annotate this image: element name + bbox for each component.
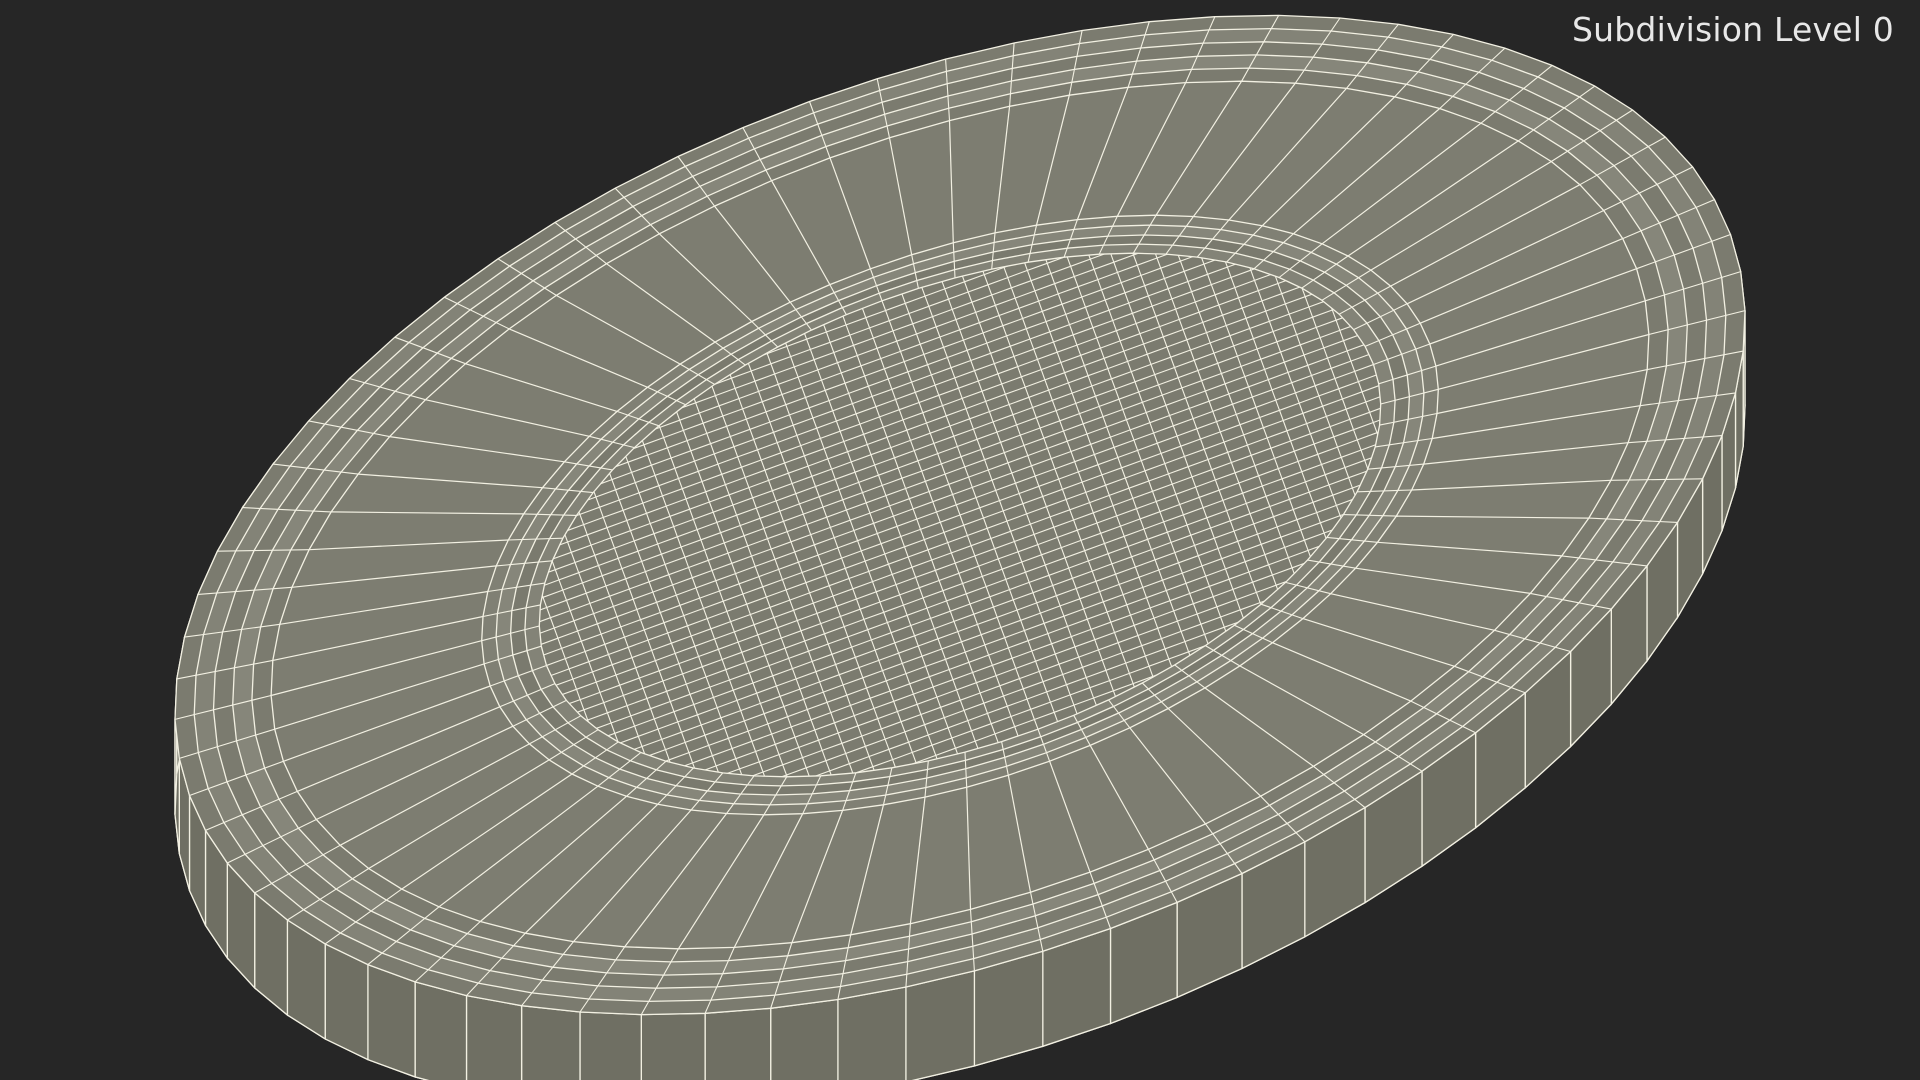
- coin-side-face: [704, 1007, 772, 1080]
- coin-side-face: [837, 986, 907, 1080]
- coin-wireframe-model[interactable]: [0, 0, 1920, 1080]
- coin-side-face: [465, 994, 523, 1080]
- coin-side-face: [640, 1012, 706, 1080]
- coin-side-face: [367, 963, 416, 1078]
- coin-side-face: [579, 1011, 642, 1080]
- coin-mesh: [174, 14, 1746, 1080]
- subdivision-level-label: Subdivision Level 0: [1572, 10, 1894, 49]
- coin-side-face: [905, 970, 976, 1080]
- 3d-viewport[interactable]: Subdivision Level 0: [0, 0, 1920, 1080]
- coin-side-face: [520, 1004, 581, 1080]
- coin-side-face: [770, 998, 839, 1080]
- coin-side-face: [414, 981, 468, 1080]
